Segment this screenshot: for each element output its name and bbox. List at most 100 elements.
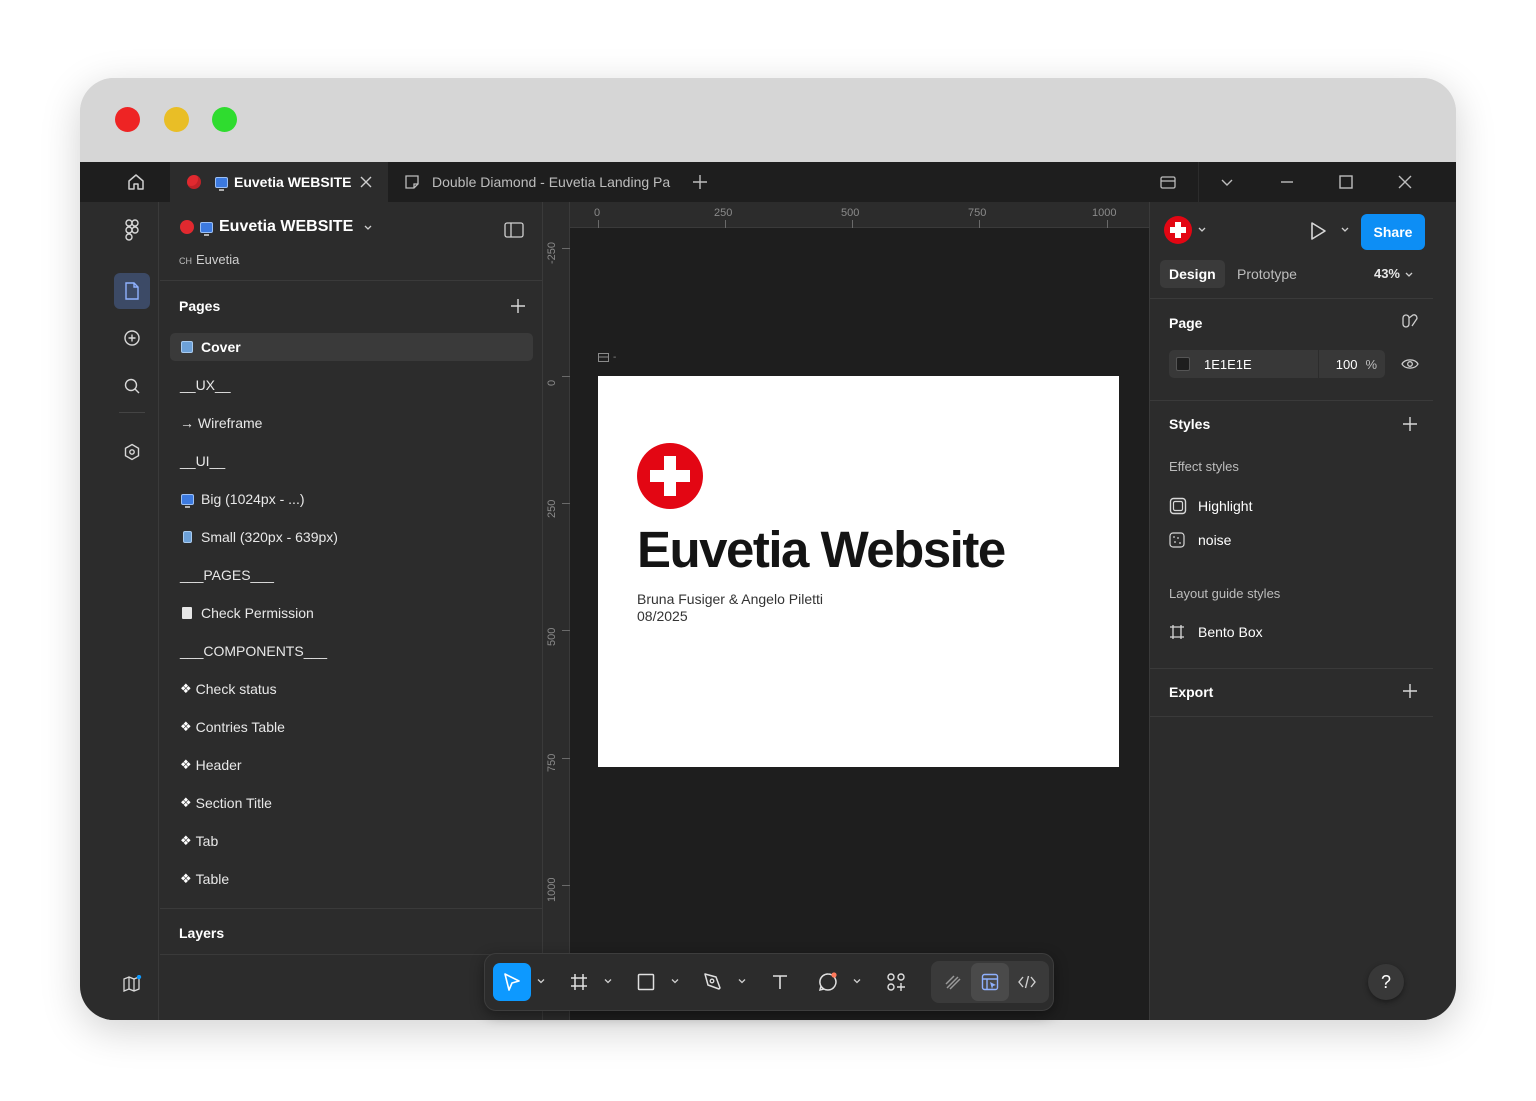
chevron-down-icon[interactable] (670, 976, 680, 986)
frame-tool-button[interactable] (560, 963, 598, 1001)
page-item-ui[interactable]: __UI__ (170, 447, 533, 475)
share-button[interactable]: Share (1361, 214, 1425, 250)
page-item-table[interactable]: ❖ Table (170, 865, 533, 893)
minimize-window-button[interactable] (164, 107, 189, 132)
draw-mode-button[interactable] (934, 963, 972, 1001)
sidebar-toggle-icon[interactable] (504, 222, 524, 238)
code-icon (1018, 975, 1036, 989)
figma-logo-icon (125, 219, 139, 241)
help-button[interactable]: ? (1368, 964, 1404, 1000)
styles-toggle-icon[interactable] (1401, 312, 1419, 330)
monitor-icon (200, 221, 213, 236)
panel-divider (1150, 716, 1433, 717)
maximize-icon[interactable] (1336, 172, 1356, 192)
page-item-small[interactable]: Small (320px - 639px) (170, 523, 533, 551)
assets-button[interactable] (114, 320, 150, 356)
chevron-down-icon[interactable] (852, 976, 862, 986)
maximize-window-button[interactable] (212, 107, 237, 132)
component-icon: ❖ (180, 757, 192, 772)
add-page-icon[interactable] (510, 298, 526, 314)
component-icon: ❖ (180, 795, 192, 810)
text-tool-button[interactable] (761, 963, 799, 1001)
add-export-icon[interactable] (1402, 683, 1418, 699)
page-item-cover[interactable]: Cover (170, 333, 533, 361)
team-name[interactable]: CH Euvetia (179, 252, 239, 267)
chevron-down-icon[interactable] (737, 976, 747, 986)
tab-double-diamond[interactable]: Double Diamond - Euvetia Landing Pa (390, 162, 678, 202)
canvas[interactable]: 0 250 500 750 1000 -250 0 250 500 750 10… (544, 202, 1149, 1020)
ruler-label: 0 (594, 207, 601, 219)
cursor-icon (504, 973, 520, 991)
chevron-down-icon[interactable] (603, 976, 613, 986)
page-color-field[interactable]: 1E1E1E 100 % (1169, 350, 1385, 378)
properties-panel: Share Design Prototype 43% Page 1E1E1E 1… (1149, 202, 1433, 1020)
page-item-check-permission[interactable]: Check Permission (170, 599, 533, 627)
pages-title: Pages (179, 298, 221, 314)
style-item-bento-box[interactable]: Bento Box (1169, 624, 1263, 640)
close-icon[interactable] (1395, 172, 1415, 192)
page-label: → Wireframe (180, 415, 263, 431)
user-avatar[interactable] (1164, 216, 1192, 244)
style-label: noise (1198, 532, 1232, 548)
tab-design[interactable]: Design (1160, 260, 1225, 288)
page-item-pages[interactable]: ___PAGES___ (170, 561, 533, 589)
zoom-menu[interactable]: 43% (1374, 266, 1414, 281)
new-tab-icon[interactable] (690, 172, 710, 192)
opacity-value[interactable]: 100 (1319, 357, 1358, 372)
color-swatch[interactable] (1176, 357, 1190, 371)
page-item-ux[interactable]: __UX__ (170, 371, 533, 399)
eye-icon[interactable] (1401, 357, 1419, 371)
page-label: ___COMPONENTS___ (180, 643, 328, 659)
design-mode-button[interactable] (971, 963, 1009, 1001)
style-item-noise[interactable]: noise (1169, 532, 1231, 548)
file-name-menu[interactable]: Euvetia WEBSITE (180, 218, 373, 236)
frame-label[interactable]: - (598, 352, 616, 363)
rail-divider (119, 412, 145, 413)
page-item-big[interactable]: Big (1024px - ...) (170, 485, 533, 513)
rectangle-tool-button[interactable] (627, 963, 665, 1001)
page-item-wireframe[interactable]: → Wireframe (170, 409, 533, 437)
figma-menu-button[interactable] (114, 212, 150, 248)
resources-button[interactable] (114, 966, 150, 1002)
pen-tool-button[interactable] (694, 963, 732, 1001)
page-item-section-title[interactable]: ❖ Section Title (170, 789, 533, 817)
comment-icon (818, 972, 837, 992)
home-button[interactable] (118, 162, 154, 202)
chevron-down-icon[interactable] (1217, 172, 1237, 192)
add-style-icon[interactable] (1402, 416, 1418, 432)
page-item-header[interactable]: ❖ Header (170, 751, 533, 779)
search-button[interactable] (114, 368, 150, 404)
dev-mode-button[interactable] (1008, 963, 1046, 1001)
component-icon: ❖ (180, 681, 192, 696)
mode-switcher (931, 961, 1049, 1003)
tab-euvetia-website[interactable]: Euvetia WEBSITE (170, 162, 388, 202)
move-tool-button[interactable] (493, 963, 531, 1001)
ruler-tick (562, 376, 570, 377)
layout-grid-icon (1170, 625, 1184, 639)
page-label: Contries Table (195, 719, 285, 735)
present-play-icon[interactable] (1307, 220, 1329, 242)
sidebar-panel-icon[interactable] (1158, 172, 1178, 192)
page-item-contries-table[interactable]: ❖ Contries Table (170, 713, 533, 741)
style-item-highlight[interactable]: Highlight (1169, 497, 1252, 515)
chevron-down-icon[interactable] (536, 976, 546, 986)
comment-tool-button[interactable] (809, 963, 847, 1001)
actions-grid-icon (887, 973, 905, 991)
export-title: Export (1169, 684, 1214, 700)
chevron-down-icon[interactable] (1197, 224, 1207, 234)
minimize-icon[interactable] (1277, 172, 1297, 192)
color-hex[interactable]: 1E1E1E (1204, 357, 1252, 372)
actions-tool-button[interactable] (877, 963, 915, 1001)
plugins-button[interactable] (114, 434, 150, 470)
page-item-tab[interactable]: ❖ Tab (170, 827, 533, 855)
effect-styles-title: Effect styles (1169, 459, 1239, 474)
pen-icon (704, 973, 721, 990)
page-item-check-status[interactable]: ❖ Check status (170, 675, 533, 703)
chevron-down-icon[interactable] (1340, 224, 1350, 234)
tab-prototype[interactable]: Prototype (1228, 260, 1306, 288)
close-tab-icon[interactable] (358, 174, 374, 190)
close-window-button[interactable] (115, 107, 140, 132)
page-item-components[interactable]: ___COMPONENTS___ (170, 637, 533, 665)
file-pages-button[interactable] (114, 273, 150, 309)
cover-frame[interactable]: Euvetia Website Bruna Fusiger & Angelo P… (598, 376, 1119, 767)
